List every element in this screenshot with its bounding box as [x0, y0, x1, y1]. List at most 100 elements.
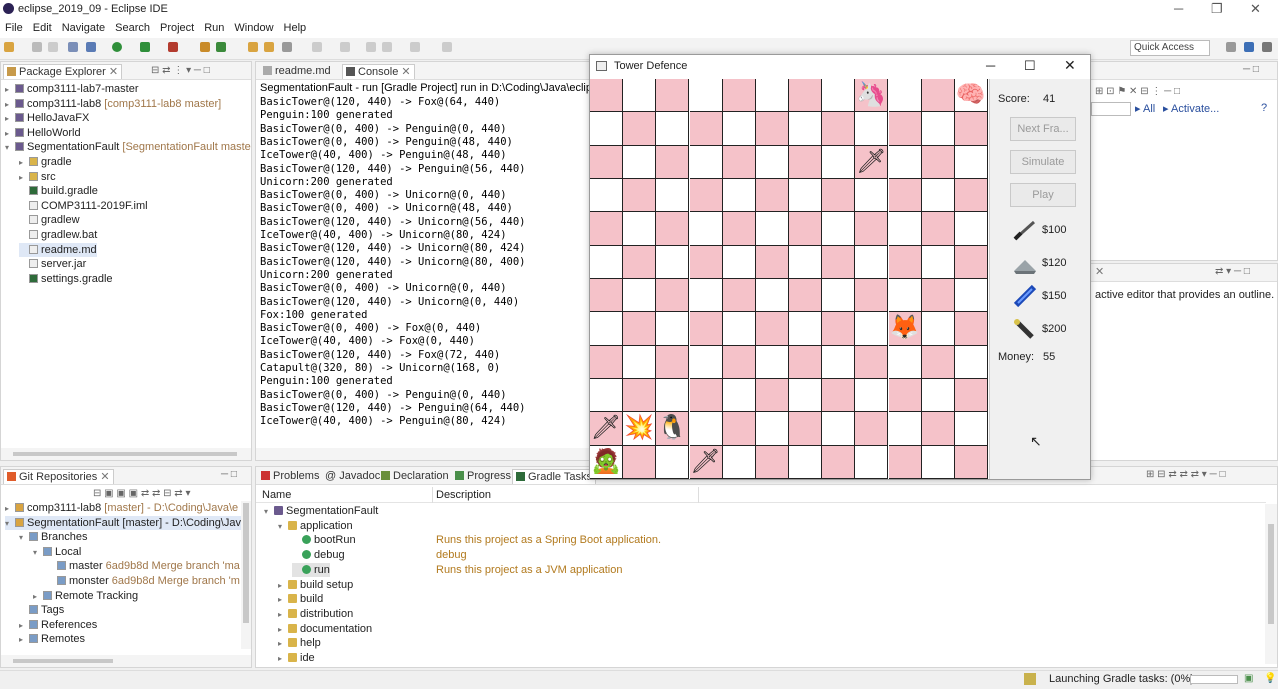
grid-cell[interactable] — [954, 179, 988, 213]
grid-cell[interactable] — [722, 379, 756, 413]
grid-cell[interactable] — [590, 379, 624, 413]
grid-cell[interactable] — [689, 179, 723, 213]
play-button[interactable]: Play — [1010, 183, 1076, 207]
expand-icon[interactable]: ▸ — [278, 652, 288, 666]
grid-cell[interactable] — [689, 145, 723, 179]
expand-icon[interactable]: ▸ — [19, 171, 29, 185]
git-tree-item[interactable]: ▾ Branches — [19, 530, 87, 544]
pin-editor-icon[interactable] — [442, 42, 452, 52]
grid-cell[interactable] — [888, 445, 922, 479]
grid-cell[interactable] — [954, 379, 988, 413]
tab-close-icon[interactable]: ✕ — [1095, 265, 1104, 278]
grid-cell[interactable] — [855, 445, 889, 479]
git-tree-item[interactable]: Tags — [19, 603, 64, 617]
grid-cell[interactable] — [921, 79, 955, 113]
run-icon[interactable] — [112, 42, 122, 52]
last-edit-icon[interactable] — [366, 42, 376, 52]
view-min-max-icons[interactable]: ⇄ ▾ ─ □ — [1215, 266, 1250, 277]
grid-cell[interactable] — [689, 279, 723, 313]
grid-cell[interactable] — [921, 112, 955, 146]
gradle-row[interactable]: ▸ distribution — [256, 607, 1256, 621]
grid-cell[interactable] — [689, 112, 723, 146]
gradle-row[interactable]: ▸ help — [256, 636, 1256, 650]
grid-cell[interactable] — [755, 79, 789, 113]
grid-cell[interactable] — [623, 445, 657, 479]
tab-close-icon[interactable]: ✕ — [109, 66, 118, 78]
progress-view-icon[interactable]: ▣ — [1244, 673, 1253, 684]
grid-cell[interactable] — [656, 245, 690, 279]
grid-cell[interactable] — [921, 279, 955, 313]
grid-cell[interactable] — [689, 79, 723, 113]
new-java-project-icon[interactable] — [200, 42, 210, 52]
view-menu-icons[interactable]: ⊟ ⇄ ⋮ ▾ ─ □ — [151, 65, 210, 76]
game-maximize-icon[interactable]: ☐ — [1024, 58, 1036, 74]
grid-cell[interactable] — [722, 412, 756, 446]
grid-cell[interactable] — [888, 412, 922, 446]
menu-navigate[interactable]: Navigate — [57, 20, 110, 36]
tip-icon[interactable]: 💡 — [1264, 673, 1276, 684]
tree-item[interactable]: ▸ comp3111-lab7-master — [5, 82, 138, 96]
grid-cell[interactable] — [755, 345, 789, 379]
grid-cell[interactable] — [822, 245, 856, 279]
save-icon[interactable] — [32, 42, 42, 52]
tree-item[interactable]: COMP3111-2019F.iml — [19, 199, 148, 213]
expand-icon[interactable]: ▸ — [278, 637, 288, 651]
col-name[interactable]: Name — [262, 489, 291, 501]
grid-cell[interactable] — [954, 145, 988, 179]
grid-cell[interactable] — [689, 379, 723, 413]
shop-catapult[interactable]: $120 — [1012, 250, 1092, 276]
grid-cell[interactable] — [855, 279, 889, 313]
tree-item[interactable]: ▾ SegmentationFault [SegmentationFault ma… — [5, 140, 251, 154]
tab-javadoc[interactable]: @ Javadoc — [322, 469, 383, 483]
grid-cell[interactable] — [755, 112, 789, 146]
grid-cell[interactable] — [623, 279, 657, 313]
grid-cell[interactable] — [888, 379, 922, 413]
activate-link[interactable]: ▸ Activate... — [1163, 102, 1219, 115]
grid-cell[interactable] — [888, 345, 922, 379]
grid-cell[interactable] — [921, 312, 955, 346]
git-toolbar-icons[interactable]: ⊟ ▣ ▣ ▣ ⇄ ⇄ ⊟ ⇄ ▾ — [93, 488, 191, 499]
save-all-icon[interactable] — [48, 42, 58, 52]
shop-basic-tower[interactable]: $100 — [1012, 217, 1092, 243]
expand-icon[interactable]: ▸ — [19, 619, 29, 633]
grid-cell[interactable] — [822, 279, 856, 313]
grid-cell[interactable] — [590, 179, 624, 213]
grid-cell[interactable] — [954, 445, 988, 479]
shop-laser-tower[interactable]: $200 — [1012, 316, 1092, 342]
menu-window[interactable]: Window — [229, 20, 278, 36]
scrollbar-thumb[interactable] — [1268, 524, 1274, 624]
game-arena[interactable]: 🦄 🧠 🗡 🦊 🗡 💥 🐧 🧟 🗡 — [590, 79, 988, 479]
grid-cell[interactable] — [822, 379, 856, 413]
tab-gradle-tasks[interactable]: Gradle Tasks — [512, 469, 596, 484]
expand-icon[interactable]: ▸ — [19, 156, 29, 170]
grid-cell[interactable] — [789, 179, 823, 213]
gradle-row[interactable]: run Runs this project as a JVM applicatio… — [256, 562, 1256, 577]
tree-item[interactable]: ▸ HelloWorld — [5, 126, 81, 140]
grid-cell[interactable] — [822, 112, 856, 146]
back-icon[interactable] — [382, 42, 392, 52]
grid-cell[interactable] — [921, 412, 955, 446]
grid-cell[interactable] — [689, 312, 723, 346]
grid-cell[interactable] — [789, 212, 823, 246]
grid-cell[interactable] — [755, 412, 789, 446]
grid-cell[interactable] — [888, 112, 922, 146]
task-filter-input[interactable] — [1091, 102, 1131, 116]
grid-cell[interactable] — [623, 79, 657, 113]
close-icon[interactable]: ✕ — [1250, 1, 1261, 17]
grid-cell[interactable] — [789, 145, 823, 179]
grid-cell[interactable] — [888, 179, 922, 213]
menu-help[interactable]: Help — [279, 20, 312, 36]
grid-cell[interactable] — [623, 379, 657, 413]
grid-cell[interactable] — [722, 312, 756, 346]
expand-icon[interactable]: ▸ — [278, 579, 288, 593]
debug-perspective-icon[interactable] — [1262, 42, 1272, 52]
expand-icon[interactable]: ▸ — [19, 633, 29, 647]
git-tree-item[interactable]: ▸ Remote Tracking — [33, 589, 138, 603]
grid-cell[interactable] — [590, 79, 624, 113]
grid-cell[interactable] — [656, 79, 690, 113]
gradle-row[interactable]: bootRun Runs this project as a Spring Boo… — [256, 533, 1256, 547]
tree-item[interactable]: ▸ HelloJavaFX — [5, 111, 89, 125]
tab-declaration[interactable]: Declaration — [378, 469, 452, 483]
debug-icon[interactable] — [86, 42, 96, 52]
grid-cell[interactable] — [954, 212, 988, 246]
